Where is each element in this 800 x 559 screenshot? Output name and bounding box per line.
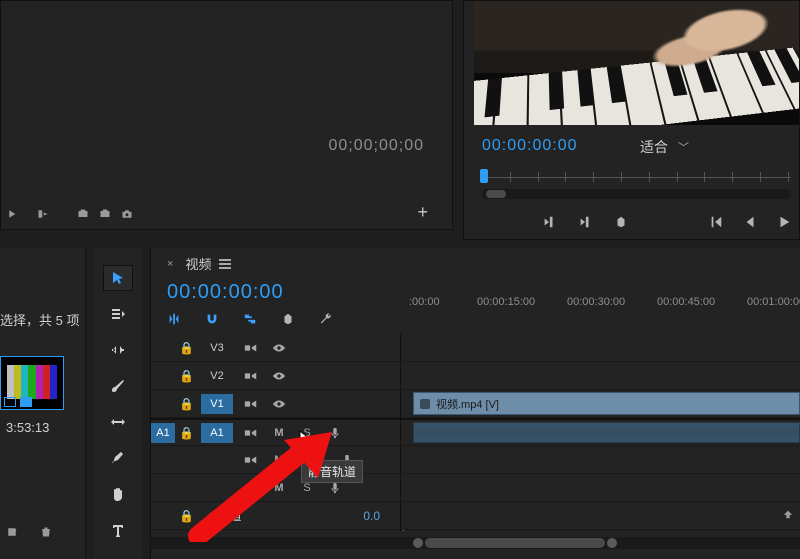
solo-button[interactable]: S	[297, 424, 317, 442]
video-clip[interactable]: 视频.mp4 [V]	[413, 392, 800, 415]
settings-wrench-icon[interactable]	[319, 312, 333, 329]
track-header-v2[interactable]: 🔒 V2	[151, 362, 400, 390]
go-to-in-icon[interactable]	[709, 215, 723, 232]
hand-tool[interactable]	[104, 482, 132, 506]
clip-audio-badge	[4, 397, 16, 407]
add-marker-icon[interactable]	[614, 215, 628, 232]
lock-icon[interactable]: 🔒	[179, 397, 193, 411]
playhead-only-icon[interactable]	[7, 208, 19, 223]
timeline-scroll-thumb[interactable]	[425, 538, 605, 548]
program-monitor-viewport	[474, 1, 799, 125]
export-frame2-icon[interactable]	[99, 208, 111, 223]
snap-icon[interactable]	[167, 312, 181, 329]
linked-selection-icon[interactable]	[243, 312, 257, 329]
insert-icon[interactable]	[37, 208, 49, 223]
mark-out-icon[interactable]	[578, 215, 592, 232]
export-frame-icon[interactable]	[77, 208, 89, 223]
sync-lock-icon[interactable]	[241, 339, 261, 357]
mix-volume[interactable]: 0.0	[363, 509, 380, 523]
track-header-a1[interactable]: A1 🔒 A1 M S	[151, 418, 400, 446]
sync-lock-icon[interactable]	[241, 424, 261, 442]
source-monitor-panel: 00;00;00;00 +	[0, 0, 453, 230]
clip-label: 视频.mp4 [V]	[436, 396, 499, 412]
project-clip-thumb[interactable]	[0, 356, 64, 410]
razor-tool[interactable]	[104, 374, 132, 398]
source-patch-a1[interactable]: A1	[151, 423, 175, 443]
pen-tool[interactable]	[104, 446, 132, 470]
audio-clip[interactable]	[413, 422, 800, 443]
mute-button[interactable]: M	[269, 424, 289, 442]
ruler-tick: 00:01:00:00	[747, 296, 800, 308]
sync-lock-icon[interactable]	[241, 395, 261, 413]
lock-icon[interactable]: 🔒	[179, 341, 193, 355]
fx-badge-icon	[420, 399, 430, 409]
program-timecode[interactable]: 00:00:00:00	[482, 137, 578, 155]
ruler-tick: 00:00:30:00	[567, 296, 625, 308]
program-monitor-panel: 00:00:00:00 适合 ﹀	[463, 0, 800, 240]
mute-tooltip: 静音轨道	[301, 460, 363, 483]
voiceover-mic-icon[interactable]	[325, 424, 345, 442]
sequence-menu-icon[interactable]	[219, 259, 231, 269]
mark-in-icon[interactable]	[542, 215, 556, 232]
play-icon[interactable]	[777, 215, 791, 232]
track-header-column: 🔒 V3 🔒 V2 🔒 V1 A1 🔒 A1 M S	[151, 334, 401, 531]
zoom-handle-right[interactable]	[607, 538, 617, 548]
eye-icon[interactable]	[269, 367, 289, 385]
new-item-icon[interactable]	[6, 526, 18, 541]
eye-icon[interactable]	[269, 395, 289, 413]
clip-video-badge	[20, 397, 32, 407]
zoom-label: 适合	[640, 137, 668, 157]
source-timecode: 00;00;00;00	[328, 137, 424, 155]
trash-icon[interactable]	[40, 526, 52, 541]
timeline-tool-column	[94, 248, 142, 559]
lock-icon[interactable]: 🔒	[179, 509, 193, 523]
program-scrollbar[interactable]	[482, 189, 791, 199]
add-button[interactable]: +	[417, 202, 428, 223]
selection-tool[interactable]	[104, 266, 132, 290]
ruler-tick: :00:00	[409, 296, 440, 308]
track-label[interactable]: V3	[201, 338, 233, 358]
sequence-tab[interactable]: × 视频	[167, 254, 800, 273]
mix-track-label: 主声道	[201, 506, 249, 526]
sync-lock-icon[interactable]	[241, 367, 261, 385]
expand-mix-icon[interactable]	[782, 508, 794, 523]
zoom-dropdown[interactable]: 适合 ﹀	[640, 137, 689, 157]
track-label[interactable]: V1	[201, 394, 233, 414]
lock-icon[interactable]: 🔒	[179, 426, 193, 440]
sync-lock-icon[interactable]	[241, 479, 261, 497]
mute-button[interactable]: M	[269, 479, 289, 497]
slider-playhead[interactable]	[480, 169, 488, 183]
ruler-tick: 00:00:45:00	[657, 296, 715, 308]
ripple-edit-tool[interactable]	[104, 338, 132, 362]
track-header-v3[interactable]: 🔒 V3	[151, 334, 400, 362]
track-label[interactable]: A1	[201, 423, 233, 443]
track-header-mix[interactable]: 🔒 主声道 0.0	[151, 502, 400, 530]
sync-lock-icon[interactable]	[241, 451, 261, 469]
timeline-scrollbar[interactable]	[151, 537, 800, 549]
camera-icon[interactable]	[121, 208, 133, 223]
step-back-icon[interactable]	[743, 215, 757, 232]
marker-icon[interactable]	[281, 312, 295, 329]
chevron-down-icon: ﹀	[678, 139, 689, 155]
timeline-track-area[interactable]: 视频.mp4 [V]	[401, 334, 800, 531]
close-tab-icon[interactable]: ×	[167, 258, 173, 270]
zoom-handle-left[interactable]	[413, 538, 423, 548]
sequence-name: 视频	[185, 254, 211, 273]
timeline-panel: × 视频 00:00:00:00 :00:00 00:00:15:00 00:0…	[150, 248, 800, 559]
program-time-slider[interactable]	[482, 165, 791, 189]
type-tool[interactable]	[104, 518, 132, 542]
track-label[interactable]: V2	[201, 366, 233, 386]
track-header-v1[interactable]: 🔒 V1	[151, 390, 400, 418]
ruler-tick: 00:00:15:00	[477, 296, 535, 308]
lock-icon[interactable]: 🔒	[179, 369, 193, 383]
project-clip-duration: 3:53:13	[6, 420, 49, 435]
track-select-tool[interactable]	[104, 302, 132, 326]
slip-tool[interactable]	[104, 410, 132, 434]
eye-icon[interactable]	[269, 339, 289, 357]
project-panel: 选择，共 5 项 3:53:13	[0, 248, 86, 559]
project-selection-label: 选择，共 5 项	[0, 310, 79, 329]
magnet-icon[interactable]	[205, 312, 219, 329]
mute-button[interactable]: M	[269, 451, 289, 469]
